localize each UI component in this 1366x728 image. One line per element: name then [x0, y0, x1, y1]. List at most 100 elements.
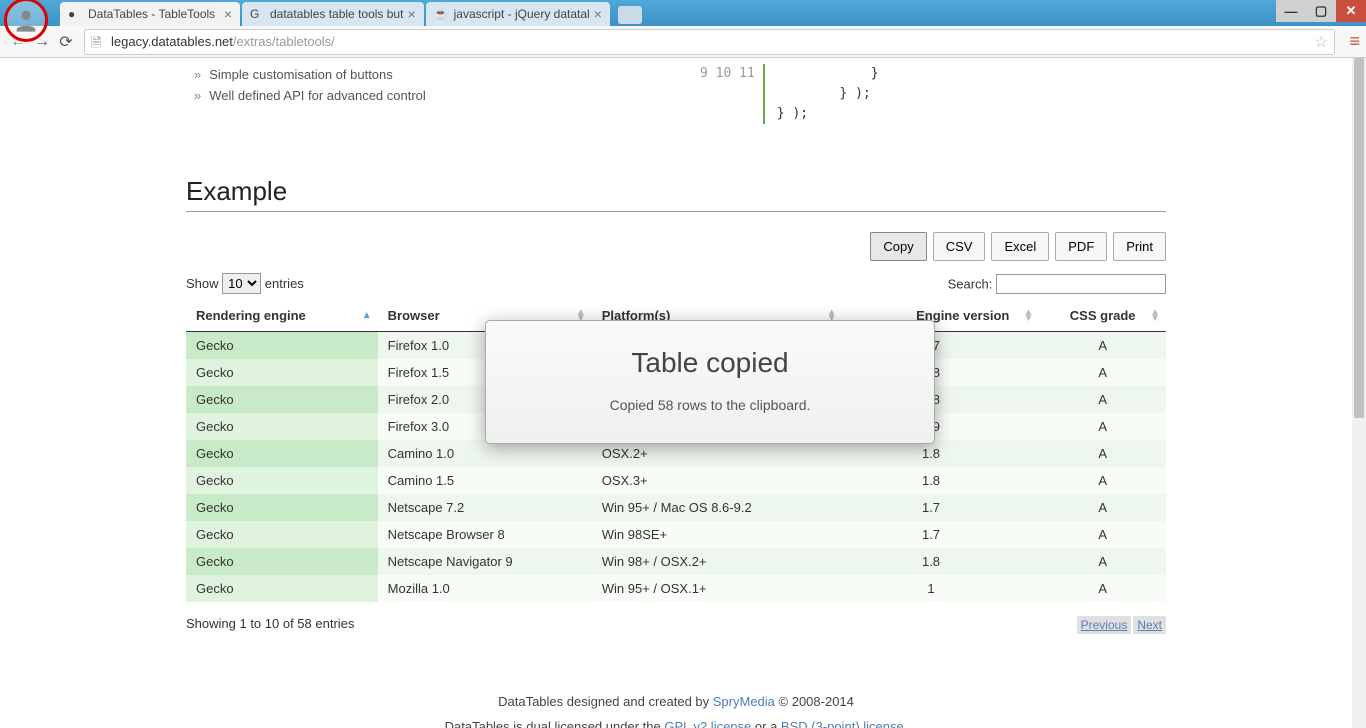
- example-heading: Example: [186, 176, 1166, 212]
- chrome-menu-icon[interactable]: ≡: [1349, 31, 1360, 52]
- gpl-license-link[interactable]: GPL v2 license: [664, 719, 751, 728]
- table-cell: A: [1039, 332, 1166, 360]
- page-icon: 🗎: [91, 34, 105, 50]
- tab-close-icon[interactable]: ×: [403, 6, 415, 22]
- next-page-button[interactable]: Next: [1133, 616, 1166, 634]
- prev-page-button[interactable]: Previous: [1077, 616, 1132, 634]
- column-header[interactable]: Rendering engine▲: [186, 300, 378, 332]
- sort-icon: ▲▼: [1150, 310, 1160, 322]
- code-snippet: 9 10 11 } } ); } );: [700, 64, 879, 124]
- table-cell: Mozilla 1.0: [378, 575, 592, 602]
- profile-avatar[interactable]: [4, 0, 48, 42]
- table-cell: A: [1039, 359, 1166, 386]
- feature-item: Well defined API for advanced control: [194, 85, 1166, 106]
- column-header[interactable]: CSS grade▲▼: [1039, 300, 1166, 332]
- table-cell: Camino 1.5: [378, 467, 592, 494]
- pdf-button[interactable]: PDF: [1055, 232, 1107, 261]
- page-footer: DataTables designed and created by SpryM…: [186, 690, 1166, 728]
- sort-icon: ▲▼: [1023, 310, 1033, 322]
- table-row: GeckoNetscape Navigator 9Win 98+ / OSX.2…: [186, 548, 1166, 575]
- favicon-icon: ●: [68, 7, 82, 21]
- length-select[interactable]: 10: [222, 273, 261, 294]
- tab-title: DataTables - TableTools: [88, 7, 215, 21]
- minimize-button[interactable]: —: [1276, 0, 1306, 22]
- table-cell: A: [1039, 440, 1166, 467]
- table-cell: Gecko: [186, 548, 378, 575]
- length-prefix: Show: [186, 276, 219, 291]
- sprymedia-link[interactable]: SpryMedia: [713, 694, 775, 709]
- table-cell: A: [1039, 575, 1166, 602]
- table-cell: 1.8: [843, 440, 1040, 467]
- table-row: GeckoMozilla 1.0Win 95+ / OSX.1+1A: [186, 575, 1166, 602]
- table-cell: Gecko: [186, 332, 378, 360]
- browser-tab[interactable]: ☕javascript - jQuery datatal×: [426, 2, 610, 26]
- table-cell: 1.8: [843, 548, 1040, 575]
- table-cell: Camino 1.0: [378, 440, 592, 467]
- tab-close-icon[interactable]: ×: [590, 6, 602, 22]
- table-info-text: Showing 1 to 10 of 58 entries: [186, 616, 354, 634]
- browser-titlebar: ●DataTables - TableTools×Gdatatables tab…: [0, 0, 1366, 26]
- browser-tab[interactable]: ● DataTables - TableTools ×: [60, 2, 240, 26]
- url-host: legacy.datatables.net: [111, 34, 233, 49]
- feature-item: Simple customisation of buttons: [194, 64, 1166, 85]
- table-cell: Gecko: [186, 494, 378, 521]
- table-cell: Gecko: [186, 386, 378, 413]
- bsd-license-link[interactable]: BSD (3-point) license: [781, 719, 904, 728]
- copy-toast: Table copied Copied 58 rows to the clipb…: [485, 320, 935, 444]
- tab-close-icon[interactable]: ×: [220, 6, 232, 22]
- table-cell: Win 95+ / Mac OS 8.6-9.2: [592, 494, 843, 521]
- table-cell: 1.7: [843, 521, 1040, 548]
- favicon-icon: G: [250, 7, 264, 21]
- table-row: GeckoNetscape 7.2Win 95+ / Mac OS 8.6-9.…: [186, 494, 1166, 521]
- table-cell: A: [1039, 521, 1166, 548]
- browser-tab[interactable]: Gdatatables table tools but×: [242, 2, 424, 26]
- table-row: GeckoNetscape Browser 8Win 98SE+1.7A: [186, 521, 1166, 548]
- print-button[interactable]: Print: [1113, 232, 1166, 261]
- table-cell: 1.8: [843, 467, 1040, 494]
- search-label: Search:: [948, 276, 993, 291]
- address-bar[interactable]: 🗎 legacy.datatables.net/extras/tabletool…: [84, 29, 1335, 55]
- table-cell: OSX.2+: [592, 440, 843, 467]
- close-button[interactable]: ✕: [1336, 0, 1366, 22]
- table-cell: Gecko: [186, 521, 378, 548]
- tab-title: datatables table tools but: [270, 7, 403, 21]
- table-cell: Win 98SE+: [592, 521, 843, 548]
- table-cell: Gecko: [186, 467, 378, 494]
- reload-button[interactable]: ⟳: [54, 30, 78, 54]
- browser-tabs: ●DataTables - TableTools×Gdatatables tab…: [0, 0, 612, 26]
- table-cell: 1: [843, 575, 1040, 602]
- table-cell: A: [1039, 548, 1166, 575]
- excel-button[interactable]: Excel: [991, 232, 1049, 261]
- browser-toolbar: ← → ⟳ 🗎 legacy.datatables.net/extras/tab…: [0, 26, 1366, 58]
- csv-button[interactable]: CSV: [933, 232, 986, 261]
- url-path: /extras/tabletools/: [233, 34, 335, 49]
- table-row: GeckoCamino 1.5OSX.3+1.8A: [186, 467, 1166, 494]
- copy-button[interactable]: Copy: [870, 232, 926, 261]
- search-control: Search:: [948, 274, 1166, 294]
- toast-title: Table copied: [506, 347, 914, 379]
- table-cell: Netscape Browser 8: [378, 521, 592, 548]
- feature-list: Simple customisation of buttonsWell defi…: [194, 64, 1166, 106]
- table-row: GeckoCamino 1.0OSX.2+1.8A: [186, 440, 1166, 467]
- bookmark-star-icon[interactable]: ☆: [1314, 32, 1328, 52]
- length-control: Show 10 entries: [186, 273, 304, 294]
- table-cell: Gecko: [186, 575, 378, 602]
- search-input[interactable]: [996, 274, 1166, 294]
- table-cell: Gecko: [186, 440, 378, 467]
- pagination: Previous Next: [1077, 616, 1166, 634]
- sort-asc-icon: ▲: [362, 313, 372, 319]
- tabletools-toolbar: Copy CSV Excel PDF Print: [186, 232, 1166, 261]
- table-cell: A: [1039, 494, 1166, 521]
- table-cell: A: [1039, 413, 1166, 440]
- table-cell: 1.7: [843, 494, 1040, 521]
- table-cell: Gecko: [186, 413, 378, 440]
- table-cell: Netscape Navigator 9: [378, 548, 592, 575]
- scrollbar-thumb[interactable]: [1354, 58, 1364, 418]
- favicon-icon: ☕: [434, 7, 448, 21]
- table-cell: Gecko: [186, 359, 378, 386]
- new-tab-button[interactable]: [618, 6, 642, 24]
- scrollbar[interactable]: [1352, 58, 1366, 728]
- toast-message: Copied 58 rows to the clipboard.: [506, 397, 914, 413]
- table-cell: OSX.3+: [592, 467, 843, 494]
- maximize-button[interactable]: ▢: [1306, 0, 1336, 22]
